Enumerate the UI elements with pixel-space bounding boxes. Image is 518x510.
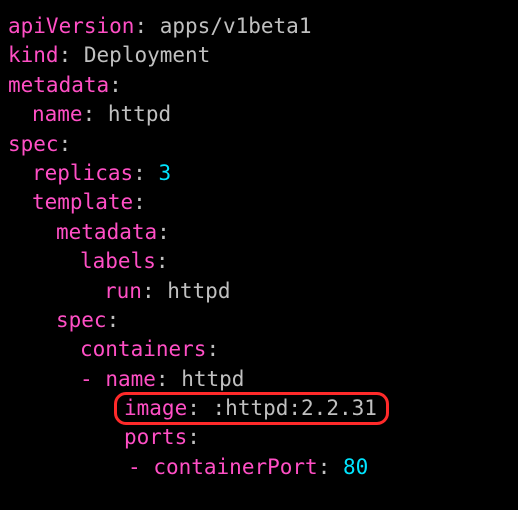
yaml-key: replicas bbox=[32, 161, 133, 185]
colon: : bbox=[134, 14, 147, 38]
line-container-name: - name: httpd bbox=[8, 365, 510, 394]
colon: : bbox=[142, 279, 155, 303]
yaml-key: ports bbox=[124, 425, 187, 449]
line-kind: kind: Deployment bbox=[8, 41, 510, 70]
colon: : bbox=[107, 308, 120, 332]
yaml-key: spec bbox=[56, 308, 107, 332]
yaml-key: kind bbox=[8, 43, 59, 67]
colon: : bbox=[157, 220, 170, 244]
line-run: run: httpd bbox=[8, 277, 510, 306]
yaml-dash: - bbox=[128, 455, 141, 479]
colon: : bbox=[133, 161, 146, 185]
highlight-annotation: image: :httpd:2.2.31 bbox=[124, 394, 377, 423]
yaml-value: 80 bbox=[343, 455, 368, 479]
line-containers: containers: bbox=[8, 335, 510, 364]
yaml-value: 3 bbox=[158, 161, 171, 185]
colon: : bbox=[156, 249, 169, 273]
yaml-dash: - bbox=[80, 367, 93, 391]
yaml-key: image bbox=[124, 396, 187, 420]
yaml-value: :httpd:2.2.31 bbox=[213, 396, 377, 420]
yaml-key: name bbox=[105, 367, 156, 391]
yaml-key: spec bbox=[8, 132, 59, 156]
line-template-spec: spec: bbox=[8, 306, 510, 335]
line-containerport: - containerPort: 80 bbox=[8, 453, 510, 482]
yaml-value: httpd bbox=[167, 279, 230, 303]
yaml-value: Deployment bbox=[84, 43, 210, 67]
yaml-code-block: apiVersion: apps/v1beta1 kind: Deploymen… bbox=[8, 12, 510, 482]
colon: : bbox=[318, 455, 331, 479]
colon: : bbox=[59, 132, 72, 156]
yaml-key: labels bbox=[80, 249, 156, 273]
line-ports: ports: bbox=[8, 423, 510, 452]
colon: : bbox=[187, 396, 200, 420]
yaml-key: apiVersion bbox=[8, 14, 134, 38]
colon: : bbox=[59, 43, 72, 67]
yaml-key: metadata bbox=[8, 73, 109, 97]
yaml-value: httpd bbox=[108, 102, 171, 126]
yaml-key: name bbox=[32, 102, 83, 126]
line-apiversion: apiVersion: apps/v1beta1 bbox=[8, 12, 510, 41]
yaml-key: metadata bbox=[56, 220, 157, 244]
colon: : bbox=[187, 425, 200, 449]
yaml-key: template bbox=[32, 190, 133, 214]
line-labels: labels: bbox=[8, 247, 510, 276]
line-metadata-name: name: httpd bbox=[8, 100, 510, 129]
colon: : bbox=[206, 337, 219, 361]
yaml-key: containers bbox=[80, 337, 206, 361]
line-template-metadata: metadata: bbox=[8, 218, 510, 247]
yaml-value: httpd bbox=[181, 367, 244, 391]
colon: : bbox=[133, 190, 146, 214]
line-metadata: metadata: bbox=[8, 71, 510, 100]
line-spec: spec: bbox=[8, 130, 510, 159]
yaml-key: run bbox=[104, 279, 142, 303]
colon: : bbox=[83, 102, 96, 126]
line-template: template: bbox=[8, 188, 510, 217]
yaml-value: apps/v1beta1 bbox=[160, 14, 312, 38]
line-image: image: :httpd:2.2.31 bbox=[8, 394, 510, 423]
colon: : bbox=[109, 73, 122, 97]
yaml-key: containerPort bbox=[153, 455, 317, 479]
colon: : bbox=[156, 367, 169, 391]
line-replicas: replicas: 3 bbox=[8, 159, 510, 188]
